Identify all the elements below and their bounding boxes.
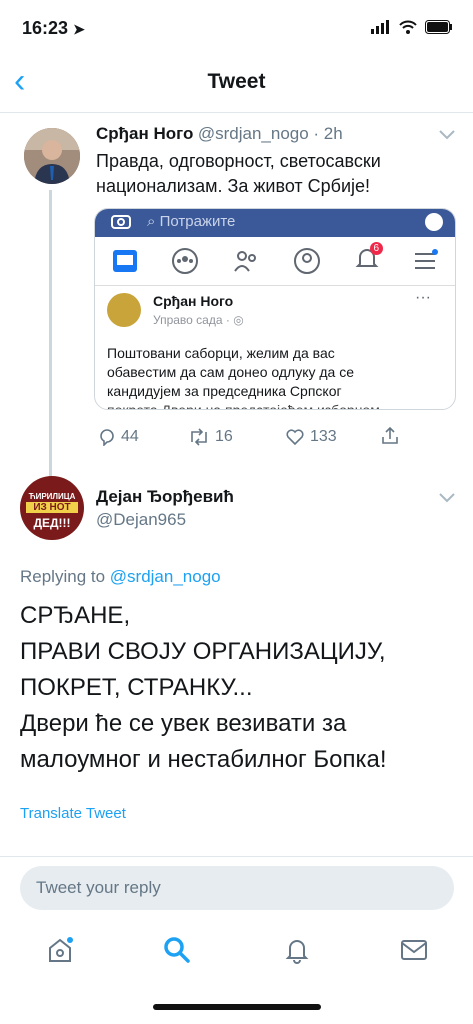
fb-post-avatar <box>107 293 141 327</box>
chevron-down-icon[interactable] <box>439 130 455 140</box>
signal-icon <box>371 20 389 34</box>
avatar-text: ИЗ НОТ <box>26 502 78 513</box>
tweet1-line: национализам. За живот Србије! <box>96 176 371 196</box>
author-name[interactable]: Дејан Ђорђевић <box>96 487 234 507</box>
fb-post-name: Срђан Ного <box>153 293 234 309</box>
retweet-count: 16 <box>215 428 233 445</box>
avatar-text: ДЕД!!! <box>33 516 71 530</box>
replying-to: Replying to @srdjan_nogo <box>20 567 221 586</box>
avatar-text: ЋИРИЛИЦА <box>28 492 76 501</box>
like-count: 133 <box>310 428 337 445</box>
retweet-icon <box>191 428 207 446</box>
reply-input[interactable]: Tweet your reply <box>20 866 454 910</box>
reply-placeholder: Tweet your reply <box>36 878 161 897</box>
status-indicators <box>371 20 453 34</box>
fb-tab-bar: 6 <box>95 237 455 286</box>
tweet1-text: Правда, одговорност, светосавски национа… <box>96 149 381 199</box>
menu-icon <box>414 249 438 269</box>
tweet2-line: СРЂАНЕ, <box>20 602 131 629</box>
notifications-icon[interactable] <box>283 936 311 964</box>
news-feed-icon <box>112 250 137 272</box>
fb-post-line: обавестим да сам донео одлуку да се <box>107 364 354 380</box>
author-name[interactable]: Срђан Ного <box>96 124 193 143</box>
notifications-icon: 6 <box>354 241 384 277</box>
header-divider <box>0 112 473 113</box>
location-icon: ➤ <box>73 21 85 37</box>
friends-icon <box>233 251 256 272</box>
tweet2-line: малоумног и нестабилног Бопка! <box>20 746 387 773</box>
tweet2-line: Двери ће се увек везивати за <box>20 710 347 737</box>
fb-search-bar: ⌕ Потражите <box>95 209 455 237</box>
retweet-action[interactable]: 16 <box>188 428 233 446</box>
search-icon: ⌕ <box>147 213 156 230</box>
profile-icon <box>293 248 320 274</box>
battery-icon <box>425 20 452 34</box>
embedded-image[interactable]: ⌕ Потражите 6 Срђан Ного Управо сада · ◎… <box>94 208 456 410</box>
reply-divider <box>0 856 473 857</box>
chevron-down-icon[interactable] <box>439 493 455 503</box>
wifi-icon <box>399 20 417 34</box>
messages-icon[interactable] <box>400 938 428 962</box>
tweet2-line: ПРАВИ СВОЈУ ОРГАНИЗАЦИЈУ, <box>20 638 386 665</box>
author-handle[interactable]: @srdjan_nogo · 2h <box>198 124 343 143</box>
home-icon[interactable] <box>46 936 74 964</box>
reply-icon <box>100 429 114 446</box>
fb-post-line: Поштовани саборци, желим да вас <box>107 345 335 361</box>
thread-line <box>49 190 52 480</box>
tweet2-line: ПОКРЕТ, СТРАНКУ... <box>20 674 253 701</box>
fb-post-line: кандидујем за председника Српског <box>107 383 342 399</box>
camera-icon <box>111 215 131 229</box>
replying-handle-link[interactable]: @srdjan_nogo <box>110 567 221 586</box>
notif-badge: 6 <box>369 241 384 255</box>
tweet1-line: Правда, одговорност, светосавски <box>96 151 381 171</box>
heart-icon <box>286 429 304 446</box>
fb-post-line: покрета Двери на предстојећем изборном <box>107 402 380 410</box>
avatar[interactable] <box>24 128 80 184</box>
status-time: 16:23 ➤ <box>22 18 85 38</box>
reply-count: 44 <box>121 428 139 445</box>
translate-tweet-link[interactable]: Translate Tweet <box>20 805 126 822</box>
home-indicator <box>153 1004 321 1010</box>
reply-action[interactable]: 44 <box>98 428 139 446</box>
tweet1-header: Срђан Ного @srdjan_nogo · 2h <box>96 124 343 144</box>
search-icon[interactable] <box>162 935 192 965</box>
share-icon[interactable] <box>380 426 400 446</box>
messenger-icon <box>425 213 443 231</box>
fb-post-meta: Управо сада · ◎ <box>153 313 244 327</box>
page-title: Tweet <box>207 70 266 93</box>
like-action[interactable]: 133 <box>285 428 337 446</box>
author-handle[interactable]: @Dejan965 <box>96 510 186 530</box>
globe-icon: ◎ <box>233 313 244 327</box>
avatar[interactable]: ЋИРИЛИЦА ИЗ НОТ ДЕД!!! <box>20 476 84 540</box>
fb-search-placeholder: ⌕ Потражите <box>147 213 236 230</box>
tweet2-text: СРЂАНЕ, ПРАВИ СВОЈУ ОРГАНИЗАЦИЈУ, ПОКРЕТ… <box>20 598 387 778</box>
more-icon: ··· <box>415 289 431 306</box>
fb-post-text: Поштовани саборци, желим да вас обавести… <box>107 344 380 410</box>
groups-icon <box>171 248 198 274</box>
person-photo-icon <box>24 128 80 184</box>
